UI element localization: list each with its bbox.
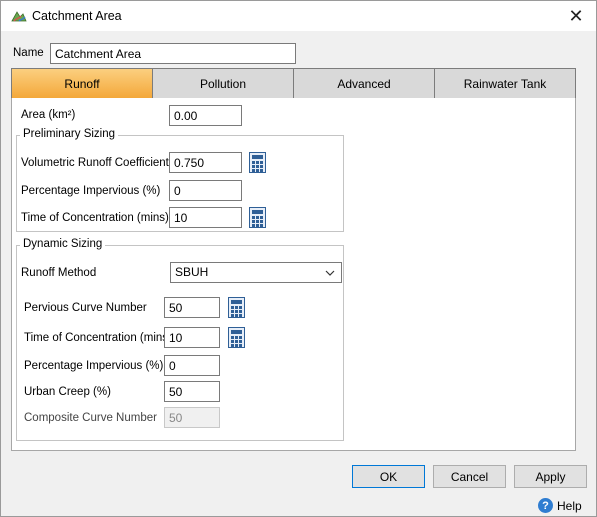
tab-advanced[interactable]: Advanced — [293, 69, 434, 98]
calculator-icon[interactable] — [228, 297, 245, 318]
ok-button[interactable]: OK — [352, 465, 425, 488]
calculator-icon[interactable] — [228, 327, 245, 348]
close-icon: ✕ — [568, 5, 584, 26]
tab-runoff[interactable]: Runoff — [12, 69, 152, 98]
help-link[interactable]: ? Help — [538, 498, 582, 513]
preliminary-sizing-group: Preliminary Sizing Volumetric Runoff Coe… — [16, 128, 344, 232]
catchment-app-icon — [11, 11, 27, 22]
name-label: Name — [13, 47, 44, 59]
preliminary-sizing-title: Preliminary Sizing — [20, 128, 119, 140]
composite-curve-number-input — [164, 407, 220, 428]
time-of-concentration-input[interactable] — [169, 207, 242, 228]
calculator-icon[interactable] — [249, 152, 266, 173]
title-bar: Catchment Area ✕ — [1, 1, 596, 31]
volumetric-runoff-label: Volumetric Runoff Coefficient — [21, 157, 169, 169]
urban-creep-input[interactable] — [164, 381, 220, 402]
percentage-impervious-input[interactable] — [169, 180, 242, 201]
calculator-icon[interactable] — [249, 207, 266, 228]
runoff-method-select[interactable]: SBUH — [170, 262, 342, 283]
cancel-button[interactable]: Cancel — [433, 465, 506, 488]
name-input[interactable] — [50, 43, 296, 64]
tab-pollution[interactable]: Pollution — [152, 69, 293, 98]
dynamic-percentage-impervious-input[interactable] — [164, 355, 220, 376]
runoff-method-value: SBUH — [175, 265, 209, 279]
help-label: Help — [557, 498, 582, 513]
help-icon: ? — [538, 498, 553, 513]
runoff-panel: Area (km²) Preliminary Sizing Volumetric… — [11, 98, 576, 451]
catchment-area-dialog: Catchment Area ✕ Name Runoff Pollution A… — [0, 0, 597, 517]
dynamic-time-of-concentration-label: Time of Concentration (mins) — [24, 332, 172, 344]
apply-button[interactable]: Apply — [514, 465, 587, 488]
window-title: Catchment Area — [32, 9, 122, 23]
pervious-curve-number-input[interactable] — [164, 297, 220, 318]
composite-curve-number-label: Composite Curve Number — [24, 412, 157, 424]
volumetric-runoff-input[interactable] — [169, 152, 242, 173]
urban-creep-label: Urban Creep (%) — [24, 386, 111, 398]
area-label: Area (km²) — [21, 109, 76, 121]
tab-strip: Runoff Pollution Advanced Rainwater Tank — [11, 68, 576, 99]
dynamic-percentage-impervious-label: Percentage Impervious (%) — [24, 360, 164, 372]
dynamic-sizing-group: Dynamic Sizing Runoff Method SBUH Pervio… — [16, 238, 344, 441]
area-input[interactable] — [169, 105, 242, 126]
tab-rainwater-tank[interactable]: Rainwater Tank — [434, 69, 575, 98]
chevron-down-icon — [325, 270, 335, 276]
time-of-concentration-label: Time of Concentration (mins) — [21, 212, 169, 224]
close-button[interactable]: ✕ — [556, 1, 596, 31]
dynamic-time-of-concentration-input[interactable] — [164, 327, 220, 348]
runoff-method-label: Runoff Method — [21, 267, 97, 279]
pervious-curve-number-label: Pervious Curve Number — [24, 302, 147, 314]
percentage-impervious-label: Percentage Impervious (%) — [21, 185, 161, 197]
dynamic-sizing-title: Dynamic Sizing — [20, 238, 106, 250]
